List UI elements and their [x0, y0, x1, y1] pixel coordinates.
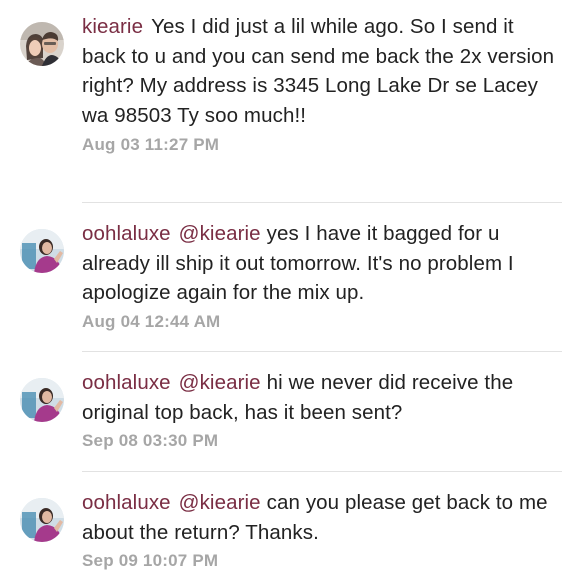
comment-mention[interactable]: @kiearie [179, 371, 261, 394]
comment-username[interactable]: oohlaluxe [82, 222, 171, 245]
comment-timestamp: Sep 08 03:30 PM [82, 431, 219, 450]
woman-avatar-icon[interactable] [20, 229, 64, 273]
couple-avatar-icon[interactable] [20, 22, 64, 66]
comment-username[interactable]: oohlaluxe [82, 491, 171, 514]
comment-timestamp: Sep 09 10:07 PM [82, 551, 219, 570]
comment-text-block: oohlaluxe @kiearie yes I have it bagged fo… [82, 219, 562, 308]
comment-body: oohlaluxe @kiearie yes I have it bagged fo… [82, 219, 562, 332]
divider [82, 471, 562, 472]
comment-timestamp: Aug 03 11:27 PM [82, 135, 220, 154]
comment-username[interactable]: kiearie [82, 15, 143, 38]
comment-text-block: oohlaluxe @kiearie hi we never did receive… [82, 368, 562, 427]
woman-avatar-icon[interactable] [20, 378, 64, 422]
comment-thread: kiearie Yes I did just a lil while ago. S… [0, 0, 580, 580]
comment-body: oohlaluxe @kiearie hi we never did receive… [82, 368, 562, 451]
comment-timestamp: Aug 04 12:44 AM [82, 311, 221, 331]
comment-body: oohlaluxe @kiearie can you please get back… [82, 488, 562, 571]
comment-username[interactable]: oohlaluxe [82, 371, 171, 394]
comment-text: Yes I did just a lil while ago. So I sen… [82, 15, 555, 127]
comment-mention[interactable]: @kiearie [179, 491, 261, 514]
comment-body: kiearie Yes I did just a lil while ago. S… [82, 12, 562, 155]
divider [82, 351, 562, 352]
comment-text-block: kiearie Yes I did just a lil while ago. S… [82, 12, 562, 130]
comment-text-block: oohlaluxe @kiearie can you please get back… [82, 488, 562, 547]
comment-mention[interactable]: @kiearie [179, 222, 261, 245]
woman-avatar-icon[interactable] [20, 498, 64, 542]
divider [82, 202, 562, 203]
